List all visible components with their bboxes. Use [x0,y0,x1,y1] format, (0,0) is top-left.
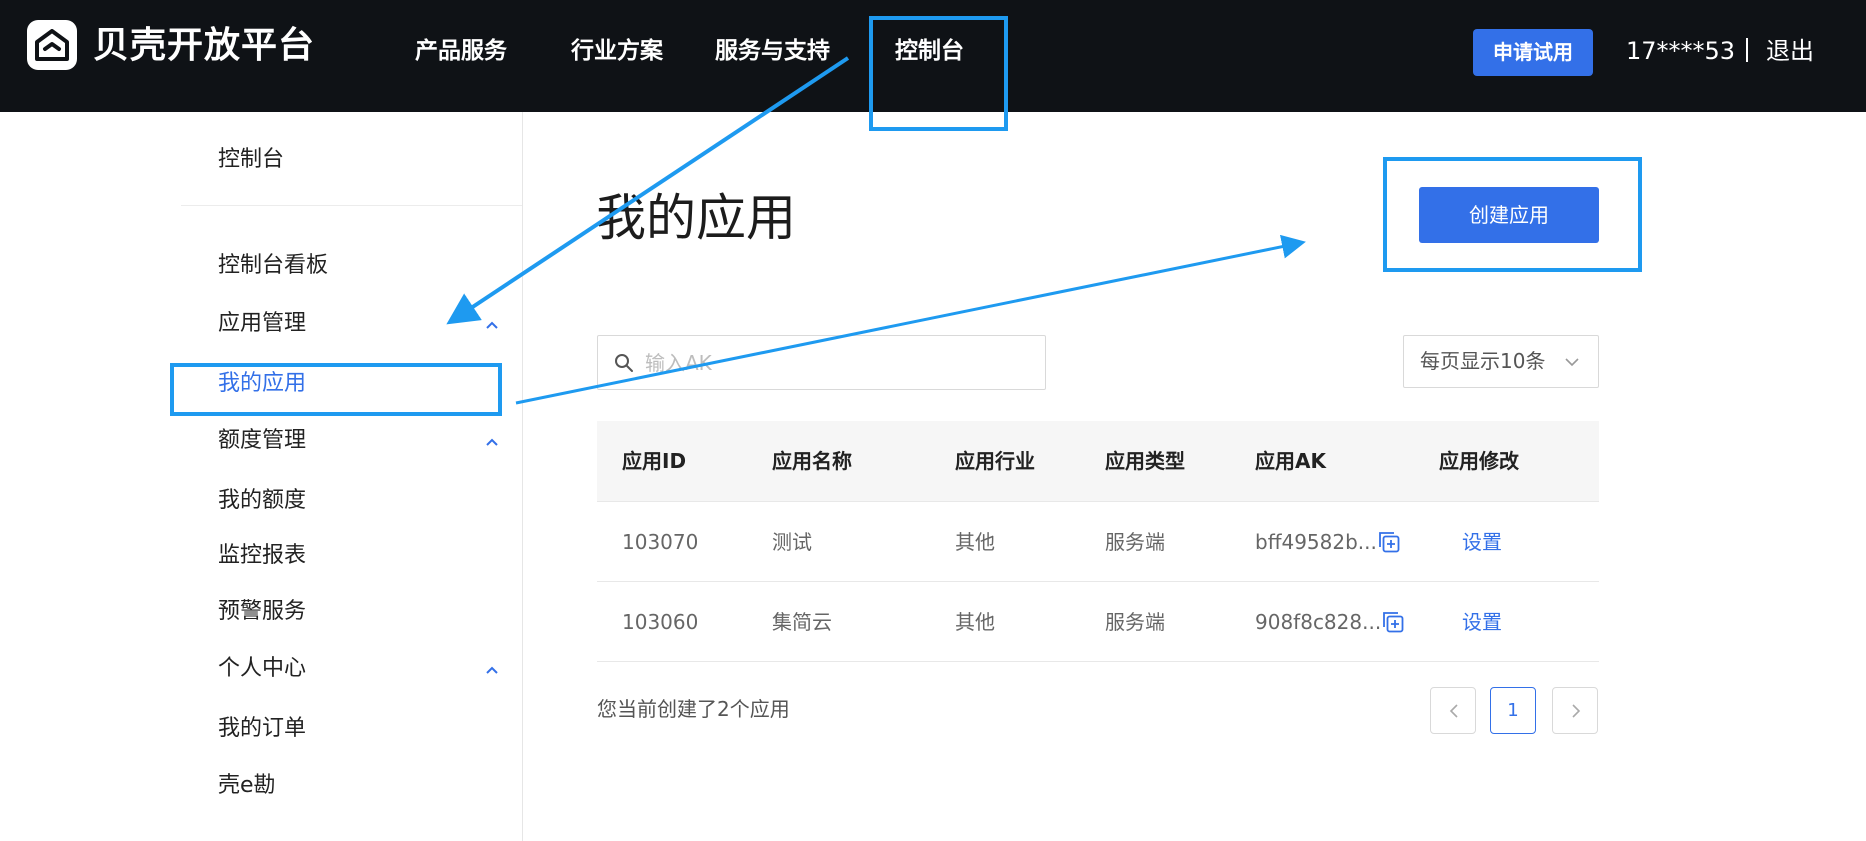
apply-trial-button[interactable]: 申请试用 [1473,29,1593,76]
sidebar-item-console[interactable]: 控制台 [218,144,284,176]
brand-name[interactable]: 贝壳开放平台 [93,22,315,70]
column-header-type: 应用类型 [1105,449,1185,473]
sidebar-item-alerts[interactable]: 预警服务 [218,596,306,628]
search-icon [615,354,633,372]
nav-solutions[interactable]: 行业方案 [571,34,663,68]
cell-app-industry: 其他 [955,610,995,634]
sidebar-item-my-apps[interactable]: 我的应用 [218,368,306,400]
cell-app-ak: bff49582b... [1255,530,1377,554]
logout-link[interactable]: 退出 [1766,34,1814,68]
chevron-left-icon [1449,704,1458,718]
table-row: 103070 测试 其他 服务端 bff49582b... 设置 [597,502,1599,582]
nav-console[interactable]: 控制台 [895,34,964,68]
sidebar-border [522,112,523,841]
cell-app-name: 测试 [772,530,812,554]
chevron-up-icon[interactable] [485,437,499,447]
next-page-button[interactable] [1552,687,1598,734]
top-navigation-bar: 贝壳开放平台 产品服务 行业方案 服务与支持 控制台 申请试用 17****53… [0,0,1866,112]
nav-support[interactable]: 服务与支持 [715,34,830,68]
search-box[interactable] [597,335,1046,390]
cell-app-id: 103070 [622,530,699,554]
copy-icon[interactable] [1377,530,1401,554]
cell-app-name: 集简云 [772,610,832,634]
sidebar-item-my-quota[interactable]: 我的额度 [218,485,306,517]
user-account[interactable]: 17****53 [1626,34,1735,68]
cell-app-id: 103060 [622,610,699,634]
sidebar-item-app-management[interactable]: 应用管理 [218,308,306,340]
table-row: 103060 集简云 其他 服务端 908f8c828... 设置 [597,582,1599,662]
app-count-summary: 您当前创建了2个应用 [597,697,790,721]
chevron-right-icon [1572,704,1581,718]
sidebar-item-quota-management[interactable]: 额度管理 [218,425,306,457]
sidebar-item-dashboard[interactable]: 控制台看板 [218,250,328,282]
cell-app-type: 服务端 [1105,610,1165,634]
cell-app-industry: 其他 [955,530,995,554]
column-header-industry: 应用行业 [955,449,1035,473]
copy-icon[interactable] [1381,610,1405,634]
header-divider [1746,38,1748,62]
search-input[interactable] [643,346,1037,380]
create-app-button[interactable]: 创建应用 [1419,187,1599,243]
page-number-button[interactable]: 1 [1490,687,1536,734]
page-size-select[interactable]: 每页显示10条 [1403,335,1599,388]
cell-app-ak: 908f8c828... [1255,610,1382,634]
logo-icon[interactable] [27,20,77,70]
sidebar-item-monitoring[interactable]: 监控报表 [218,540,306,572]
page-size-value: 每页显示10条 [1420,349,1546,373]
prev-page-button[interactable] [1430,687,1476,734]
page-title: 我的应用 [596,189,796,247]
column-header-name: 应用名称 [772,449,852,473]
column-header-ak: 应用AK [1255,449,1326,473]
cell-app-type: 服务端 [1105,530,1165,554]
table-header: 应用ID 应用名称 应用行业 应用类型 应用AK 应用修改 [597,421,1599,502]
column-header-edit: 应用修改 [1439,449,1519,473]
settings-link[interactable]: 设置 [1462,502,1502,582]
nav-products[interactable]: 产品服务 [415,34,507,68]
settings-link[interactable]: 设置 [1462,582,1502,662]
sidebar-item-ke-survey[interactable]: 壳e勘 [218,770,276,802]
sidebar-item-personal-center[interactable]: 个人中心 [218,653,306,685]
chevron-up-icon[interactable] [485,665,499,675]
sidebar-item-my-orders[interactable]: 我的订单 [218,713,306,745]
chevron-up-icon[interactable] [485,320,499,330]
column-header-id: 应用ID [622,449,687,473]
sidebar-divider [181,205,522,206]
chevron-down-icon [1565,358,1579,367]
